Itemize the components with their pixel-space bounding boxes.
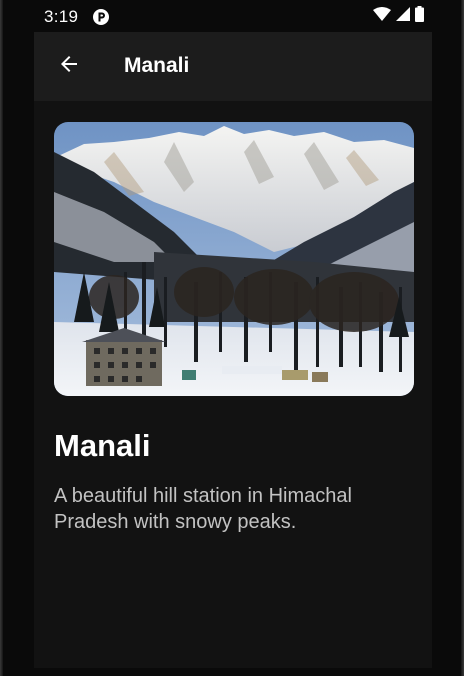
phone-frame: 3:19 Manali Manali A beautiful hill stat… — [0, 0, 464, 676]
app-bar: Manali — [34, 32, 432, 101]
place-description: A beautiful hill station in Himachal Pra… — [54, 485, 352, 533]
app-notification-icon — [92, 8, 110, 26]
app-bar-title: Manali — [124, 54, 190, 77]
place-photo — [54, 122, 414, 396]
back-button[interactable] — [50, 47, 88, 85]
status-icons — [373, 5, 424, 27]
arrow-back-icon — [57, 52, 81, 81]
cell-signal-icon — [396, 6, 410, 26]
battery-icon — [415, 5, 424, 27]
status-bar: 3:19 — [34, 0, 430, 32]
phone-bezel-left — [0, 0, 3, 676]
app-screen: Manali Manali A beautiful hill station i… — [34, 32, 432, 668]
place-title: Manali — [54, 428, 151, 463]
status-time: 3:19 — [44, 7, 79, 26]
wifi-icon — [373, 6, 391, 26]
